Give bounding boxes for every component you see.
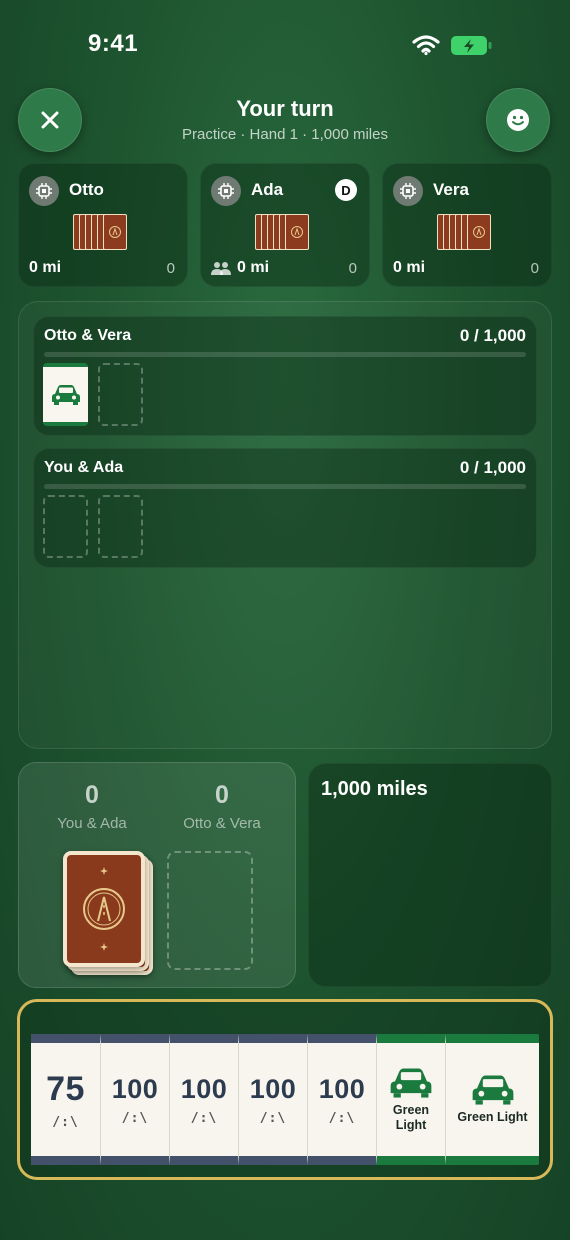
cpu-chip-icon [393, 176, 423, 206]
road-icon: /:\ [121, 1110, 149, 1126]
battle-pile-slot[interactable] [43, 495, 88, 558]
hand-card-miles-100[interactable]: 100 /:\ [170, 1034, 239, 1165]
partner-icon [211, 262, 231, 275]
team-progress-bar [44, 484, 526, 489]
player-tile-vera: Vera 0 mi 0 [382, 163, 552, 287]
goal-label: 1,000 miles [321, 778, 428, 800]
hand-card-miles-100[interactable]: 100 /:\ [308, 1034, 377, 1165]
goal-panel: 1,000 miles [308, 763, 552, 987]
car-icon [51, 384, 80, 405]
opponent-hand [437, 214, 493, 250]
opponent-hand [73, 214, 129, 250]
team-score: 0 / 1,000 [459, 458, 526, 477]
battery-icon [451, 36, 492, 55]
car-icon [472, 1075, 513, 1105]
road-icon: /:\ [190, 1110, 218, 1126]
cpu-chip-icon [211, 176, 241, 206]
road-icon: /:\ [52, 1114, 79, 1130]
hand-card-green-light[interactable]: Green Light [377, 1034, 446, 1165]
player-card-count: 0 [348, 260, 357, 277]
team-name: You & Ada [44, 459, 124, 476]
status-time: 9:41 [88, 30, 139, 57]
deck-panel: 0 You & Ada 0 Otto & Vera [18, 762, 296, 988]
emoji-button[interactable] [486, 88, 550, 152]
player-name: Ada [251, 180, 284, 199]
player-name: Otto [69, 180, 104, 199]
player-miles: 0 mi [393, 259, 426, 276]
team-area-otto-vera: Otto & Vera 0 / 1,000 [33, 316, 537, 436]
score-value-you-ada: 0 [85, 781, 99, 809]
player-miles: 0 mi [29, 259, 62, 276]
score-value-otto-vera: 0 [215, 781, 229, 809]
player-card-count: 0 [530, 260, 539, 277]
hand-card-miles-75[interactable]: 75 /:\ [31, 1034, 101, 1165]
player-miles: 0 mi [211, 259, 269, 277]
player-tile-otto: Otto 0 mi 0 [18, 163, 188, 287]
road-icon: /:\ [328, 1110, 356, 1126]
page-subtitle: Practice · Hand 1 · 1,000 miles [182, 126, 388, 143]
team-area-you-ada: You & Ada 0 / 1,000 [33, 448, 537, 568]
score-label-you-ada: You & Ada [57, 815, 127, 832]
card-back-icon [285, 214, 309, 250]
player-card-count: 0 [166, 260, 175, 277]
battle-pile-card [43, 363, 88, 426]
cpu-chip-icon [29, 176, 59, 206]
dealer-badge: D [335, 179, 357, 201]
team-name: Otto & Vera [44, 327, 132, 344]
wifi-icon [412, 35, 440, 56]
discard-pile-slot[interactable] [167, 851, 253, 970]
player-tile-ada: Ada D 0 mi 0 [200, 163, 370, 287]
card-back-icon [103, 214, 127, 250]
score-label-otto-vera: Otto & Vera [183, 815, 261, 832]
hand-card-green-light[interactable]: Green Light [446, 1034, 539, 1165]
hand-card-miles-100[interactable]: 100 /:\ [239, 1034, 308, 1165]
road-icon: /:\ [259, 1110, 287, 1126]
team-progress-bar [44, 352, 526, 357]
draw-pile[interactable] [63, 851, 145, 967]
smiley-icon [507, 109, 529, 131]
page-title: Your turn [236, 96, 334, 121]
team-score: 0 / 1,000 [459, 326, 526, 345]
hand-card-miles-100[interactable]: 100 /:\ [101, 1034, 170, 1165]
opponent-hand [255, 214, 311, 250]
car-icon [390, 1067, 432, 1098]
player-name: Vera [433, 180, 469, 199]
road-emblem-icon [83, 867, 125, 951]
card-slot [98, 363, 143, 426]
card-back-icon [467, 214, 491, 250]
card-slot[interactable] [98, 495, 143, 558]
